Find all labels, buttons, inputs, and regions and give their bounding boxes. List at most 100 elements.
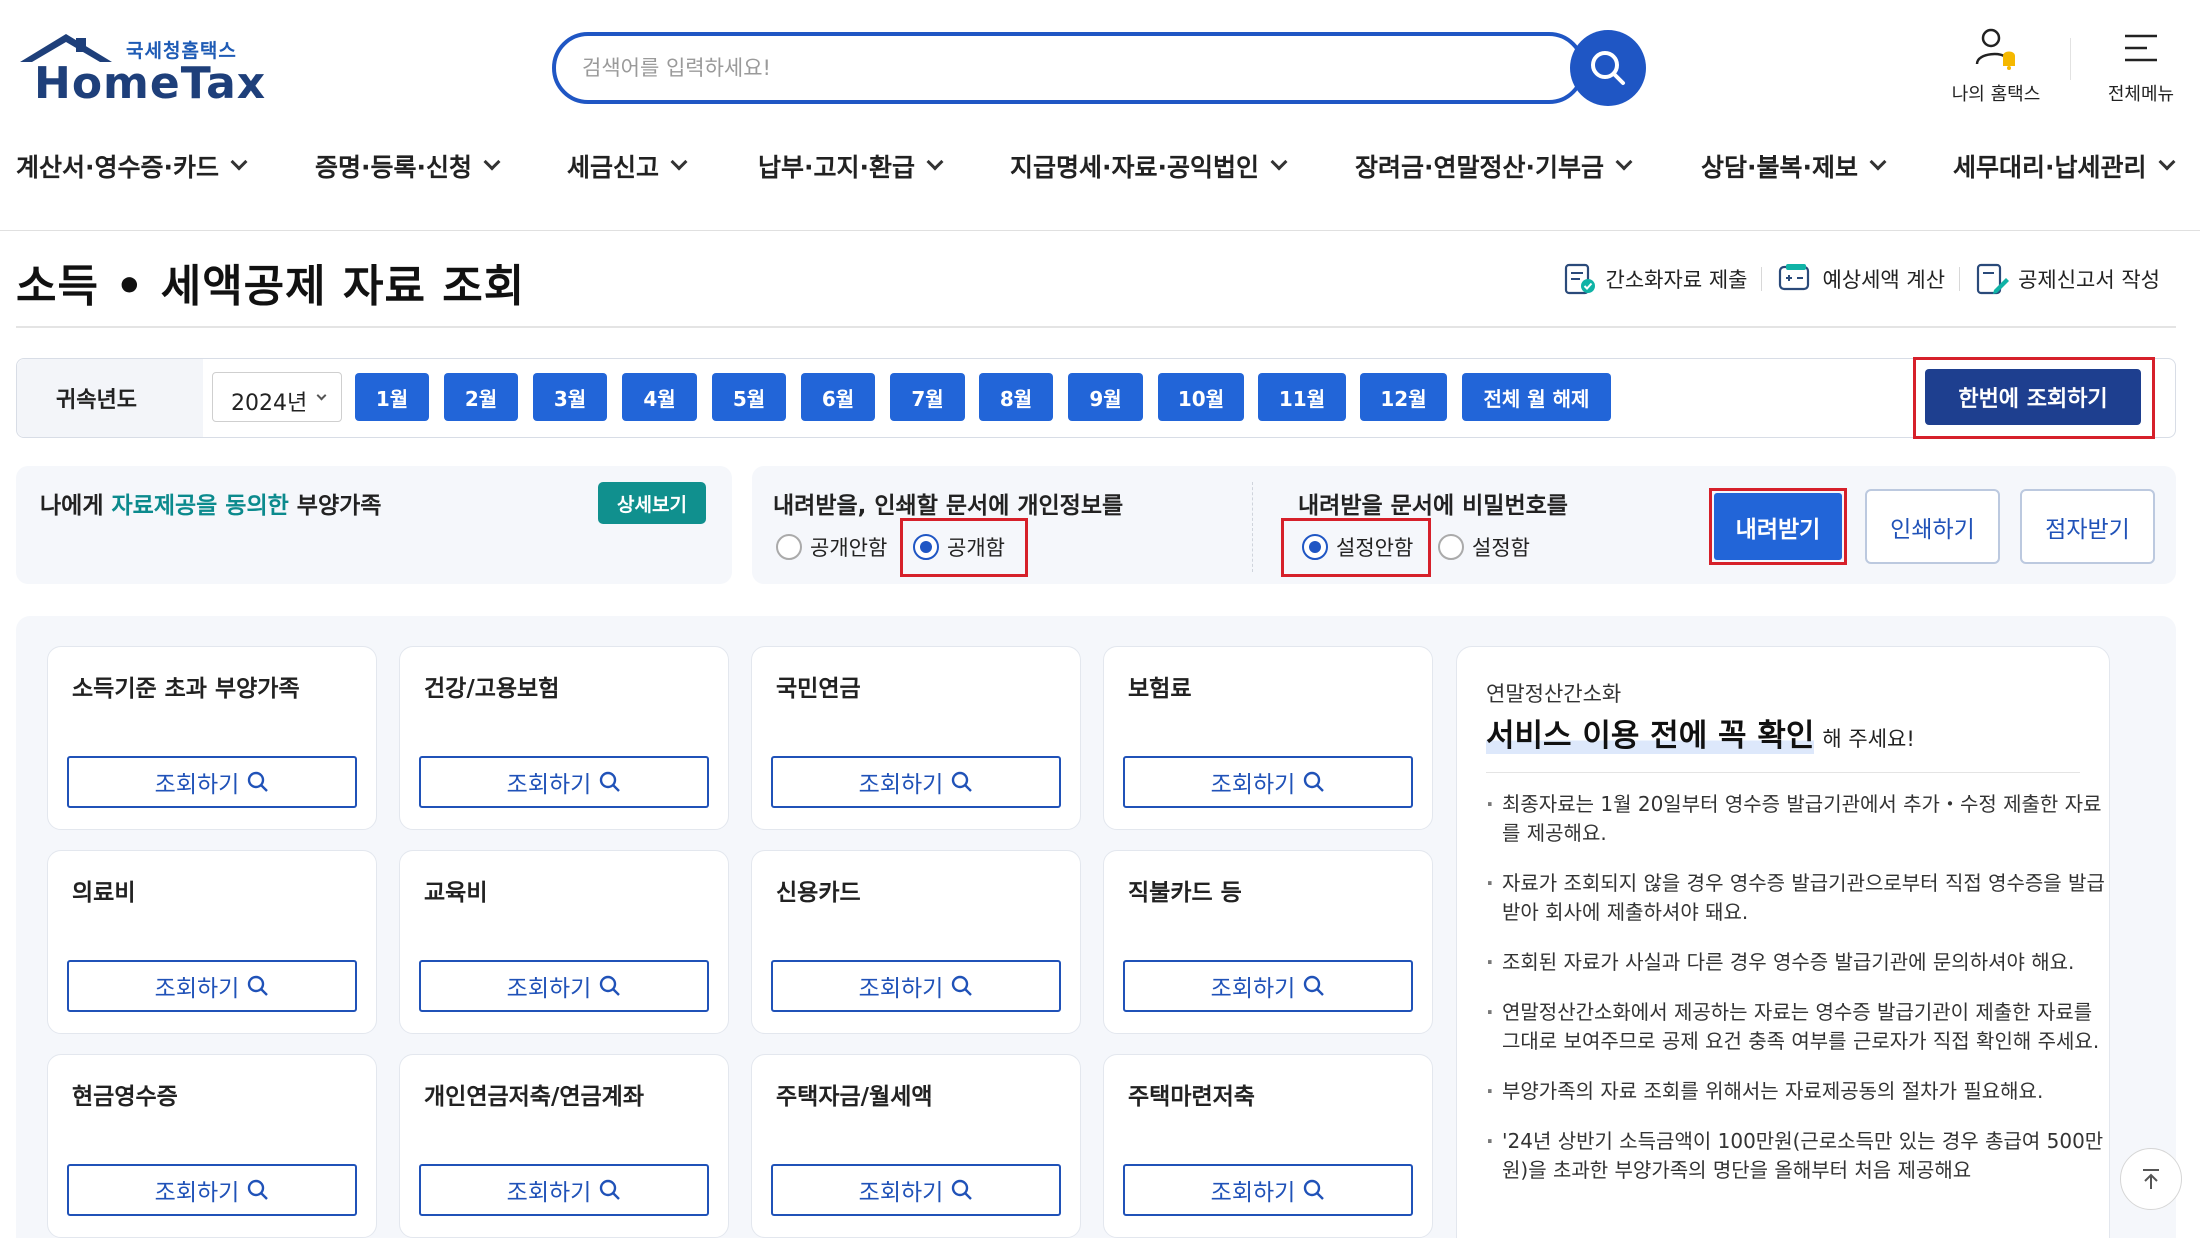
card-credit-card: 신용카드 조회하기 [751,850,1081,1034]
month-button-6[interactable]: 6월 [801,373,875,421]
nav-item-consult[interactable]: 상담·불복·제보 [1701,148,1887,184]
card-debit-card: 직불카드 등 조회하기 [1103,850,1433,1034]
radio-checked[interactable] [1302,534,1328,560]
download-button[interactable]: 내려받기 [1714,493,1842,560]
nav-item-tax-report[interactable]: 세금신고 [567,148,688,184]
lookup-button[interactable]: 조회하기 [419,1164,709,1216]
nav-label: 납부·고지·환급 [758,153,915,182]
card-medical-expenses: 의료비 조회하기 [47,850,377,1034]
radio-checked[interactable] [913,534,939,560]
nav-item-statements[interactable]: 지급명세·자료·공익법인 [1010,148,1288,184]
my-hometax-button[interactable]: 나의 홈택스 [1936,26,2056,106]
search-icon [952,975,973,996]
scroll-top-button[interactable] [2120,1148,2182,1210]
lookup-button[interactable]: 조회하기 [419,960,709,1012]
search-icon [952,1179,973,1200]
search-icon [952,771,973,792]
radio-unchecked[interactable] [1438,534,1464,560]
notice-subtitle: 연말정산간소화 [1486,682,1622,706]
write-deduction-form-link[interactable]: 공제신고서 작성 [1960,262,2174,296]
search-button[interactable] [1570,30,1646,106]
dependents-title: 나에게 자료제공을 동의한 부양가족 [40,486,381,520]
password-radio-none[interactable]: 설정안함 [1302,532,1413,562]
chevron-down-icon [230,153,248,171]
radio-unchecked[interactable] [776,534,802,560]
options-divider [1252,482,1253,572]
month-button-2[interactable]: 2월 [444,373,518,421]
lookup-button[interactable]: 조회하기 [1123,1164,1413,1216]
privacy-radio-show[interactable]: 공개함 [913,532,1005,562]
lookup-button[interactable]: 조회하기 [419,756,709,808]
nav-item-agent[interactable]: 세무대리·납세관리 [1953,148,2175,184]
title-divider [16,326,2176,328]
calculator-chat-icon [1779,264,1810,291]
lookup-button[interactable]: 조회하기 [1123,756,1413,808]
month-button-3[interactable]: 3월 [533,373,607,421]
braille-button[interactable]: 점자받기 [2020,489,2155,564]
lookup-button[interactable]: 조회하기 [67,1164,357,1216]
lookup-button[interactable]: 조회하기 [771,960,1061,1012]
estimate-tax-link[interactable]: 예상세액 계산 [1762,262,1959,296]
lookup-all-button[interactable]: 한번에 조회하기 [1925,369,2141,425]
clear-all-months-button[interactable]: 전체 월 해제 [1462,373,1611,421]
search-icon [600,771,621,792]
card-title: 현금영수증 [72,1084,178,1110]
year-select[interactable]: 2024년 [212,372,342,422]
lookup-label: 조회하기 [506,772,592,798]
card-housing-savings: 주택마련저축 조회하기 [1103,1054,1433,1238]
lookup-button[interactable]: 조회하기 [67,756,357,808]
month-button-12[interactable]: 12월 [1360,373,1447,421]
lookup-label: 조회하기 [506,976,592,1002]
nav-label: 세무대리·납세관리 [1953,153,2147,182]
card-cash-receipt: 현금영수증 조회하기 [47,1054,377,1238]
lookup-button[interactable]: 조회하기 [1123,960,1413,1012]
search-input[interactable] [582,50,1482,86]
card-title: 신용카드 [776,880,861,906]
lookup-button[interactable]: 조회하기 [771,1164,1061,1216]
month-button-10[interactable]: 10월 [1158,373,1244,421]
year-label: 귀속년도 [56,388,137,413]
search-bar [552,32,1585,104]
nav-label: 지급명세·자료·공익법인 [1010,153,1259,182]
notice-item: 부양가족의 자료 조회를 위해서는 자료제공동의 절차가 필요해요. [1486,1077,2106,1106]
month-button-9[interactable]: 9월 [1068,373,1143,421]
lookup-button[interactable]: 조회하기 [771,756,1061,808]
card-title: 교육비 [424,880,488,906]
month-button-5[interactable]: 5월 [712,373,786,421]
tool-label: 예상세액 계산 [1822,268,1946,292]
password-radio-set[interactable]: 설정함 [1438,532,1530,562]
privacy-radio-hide[interactable]: 공개안함 [776,532,887,562]
logo-title[interactable]: HomeTax [34,58,266,109]
chevron-down-icon [926,153,944,171]
nav-item-payment[interactable]: 납부·고지·환급 [758,148,944,184]
search-icon [248,975,269,996]
nav-label: 장려금·연말정산·기부금 [1355,153,1604,182]
month-button-7[interactable]: 7월 [890,373,965,421]
month-button-8[interactable]: 8월 [979,373,1053,421]
nav-item-invoice[interactable]: 계산서·영수증·카드 [16,148,248,184]
nav-item-certificate[interactable]: 증명·등록·신청 [315,148,501,184]
notice-heading: 서비스 이용 전에 꼭 확인 해 주세요! [1486,710,1915,755]
submit-simplified-data-link[interactable]: 간소화자료 제출 [1548,262,1762,296]
lookup-button[interactable]: 조회하기 [67,960,357,1012]
lookup-label: 조회하기 [154,976,240,1002]
password-option-title: 내려받을 문서에 비밀번호를 [1298,493,1568,519]
month-button-1[interactable]: 1월 [355,373,429,421]
nav-label: 상담·불복·제보 [1701,153,1858,182]
my-hometax-label: 나의 홈택스 [1951,84,2041,105]
print-button[interactable]: 인쇄하기 [1865,489,2000,564]
radio-label: 설정안함 [1336,536,1414,560]
detail-view-button[interactable]: 상세보기 [598,482,706,524]
nav-label: 증명·등록·신청 [315,153,472,182]
nav-item-year-end[interactable]: 장려금·연말정산·기부금 [1355,148,1633,184]
month-button-11[interactable]: 11월 [1258,373,1346,421]
radio-label: 공개함 [947,536,1005,560]
nav-divider [0,230,2200,231]
month-button-4[interactable]: 4월 [622,373,697,421]
all-menu-button[interactable]: 전체메뉴 [2096,26,2186,106]
notice-item: '24년 상반기 소득금액이 100만원(근로소득만 있는 경우 총급여 500… [1486,1127,2106,1185]
search-icon [248,1179,269,1200]
card-title: 의료비 [72,880,136,906]
lookup-label: 조회하기 [154,1180,240,1206]
notice-item: 최종자료는 1월 20일부터 영수증 발급기관에서 추가・수정 제출한 자료를 … [1486,790,2106,848]
